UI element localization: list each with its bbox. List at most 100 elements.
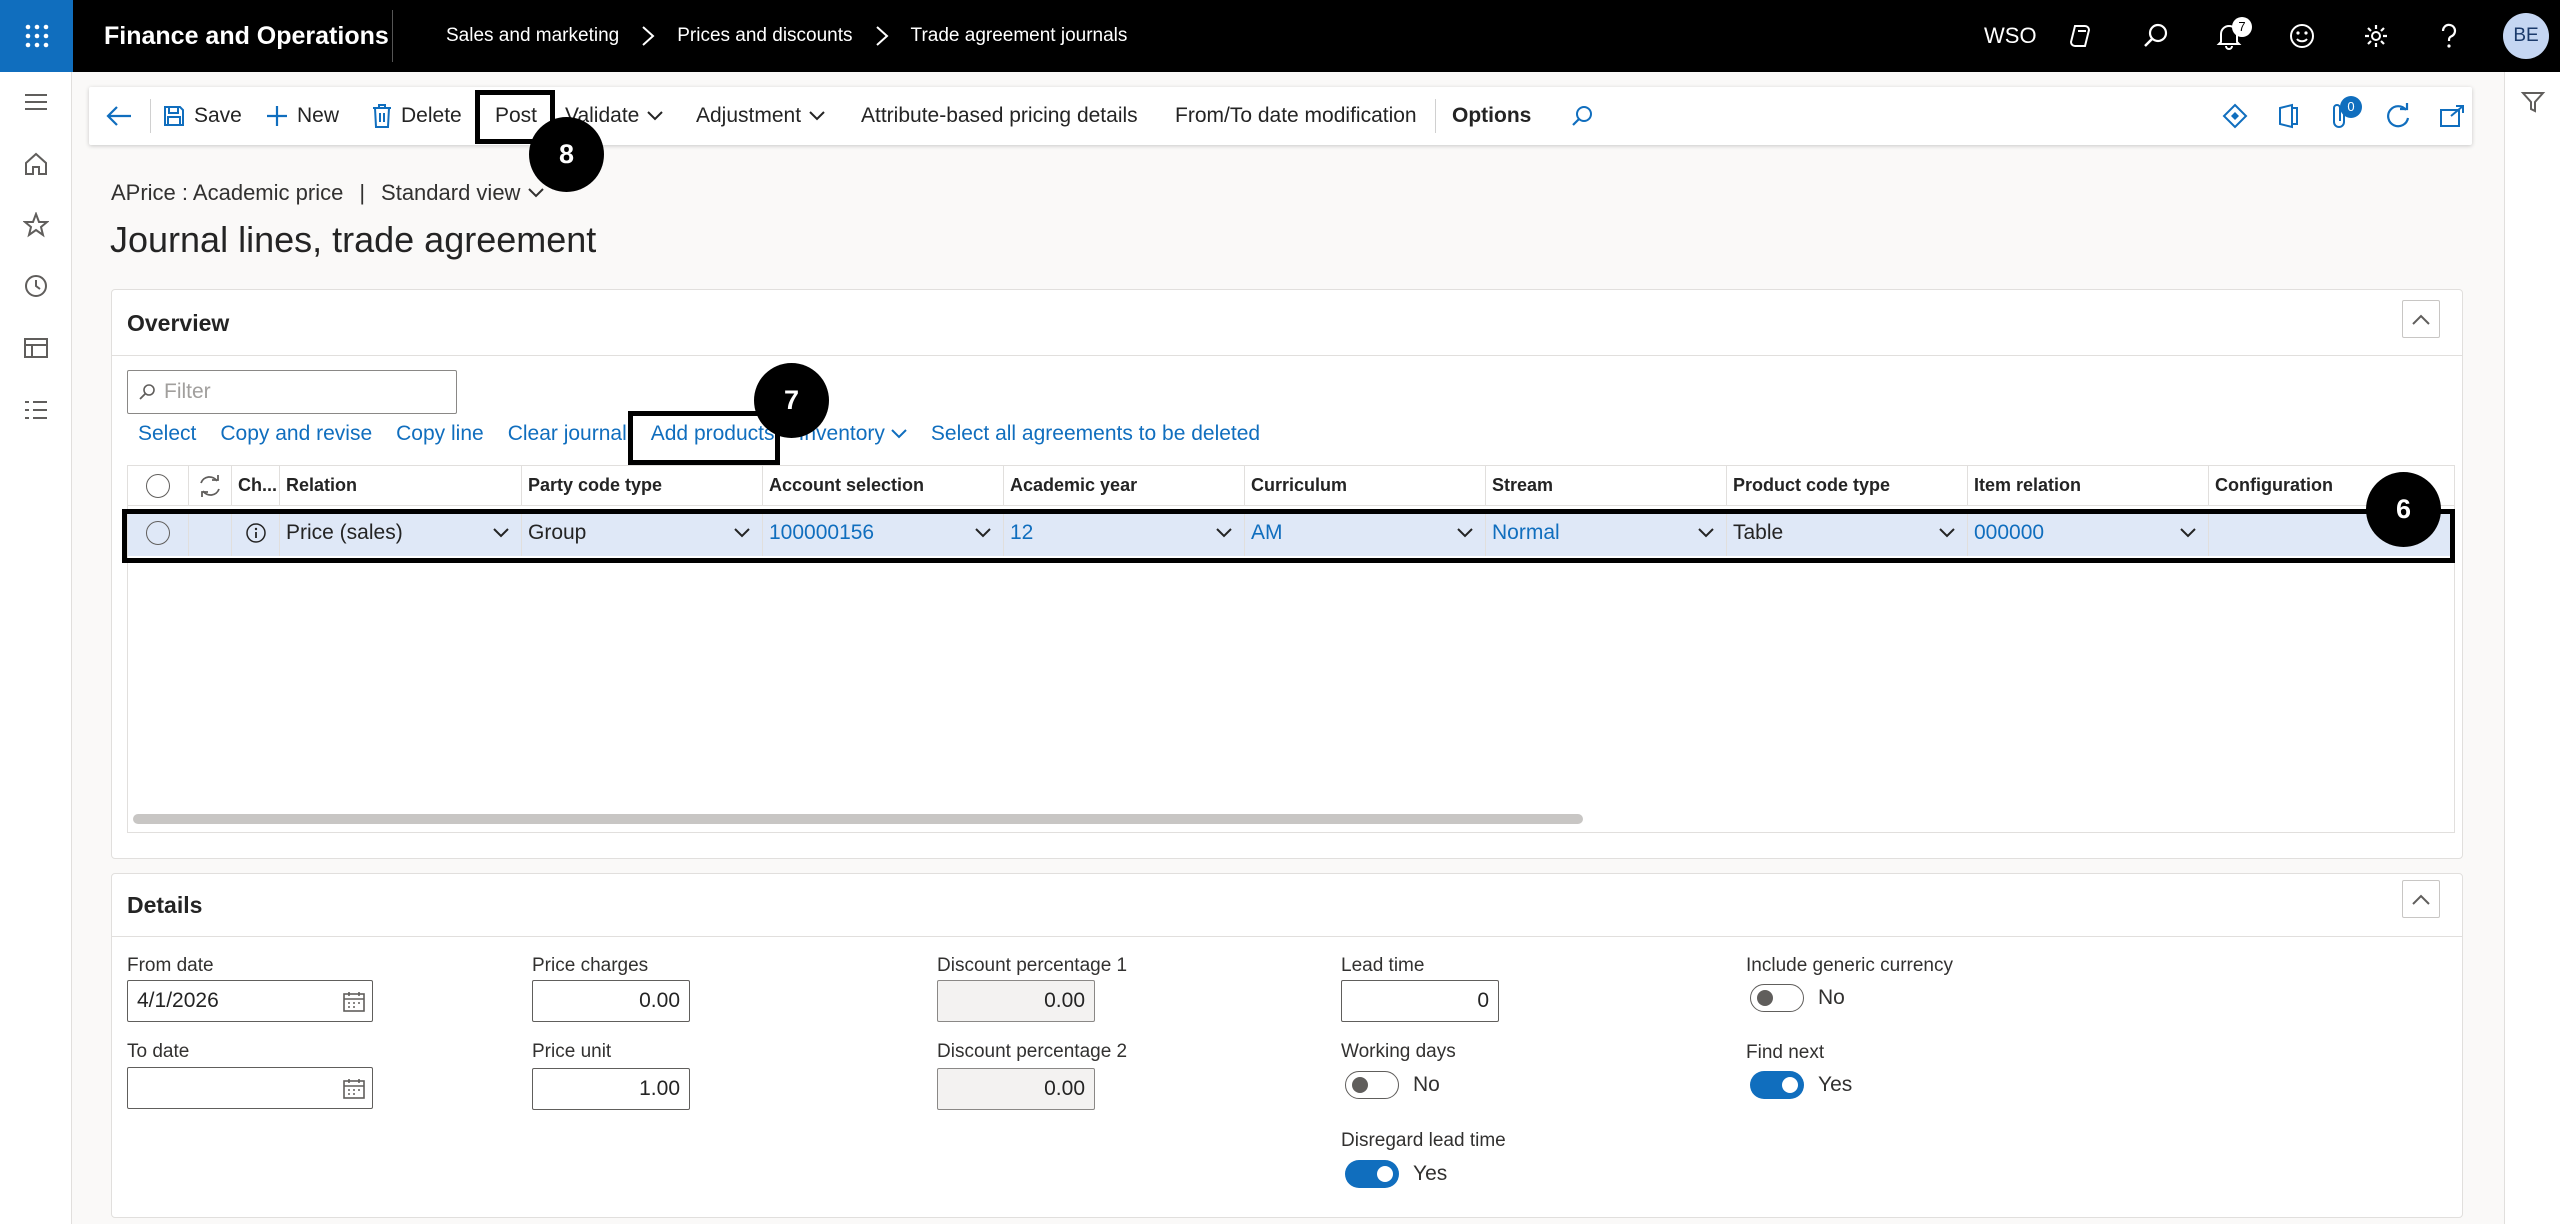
include-generic-currency-value: No [1818, 986, 1845, 1009]
column-header-academic-year[interactable]: Academic year [1004, 466, 1245, 505]
chevron-down-icon [647, 111, 664, 121]
include-generic-currency-toggle[interactable]: No [1750, 984, 1845, 1012]
open-new-window-icon[interactable] [2439, 87, 2473, 145]
collapse-overview-button[interactable] [2402, 300, 2440, 338]
horizontal-scrollbar[interactable] [133, 814, 1583, 824]
price-unit-label: Price unit [532, 1041, 612, 1062]
app-name[interactable]: Finance and Operations [104, 0, 389, 72]
chevron-up-icon [2412, 894, 2430, 905]
search-icon[interactable] [2138, 18, 2174, 54]
working-days-toggle[interactable]: No [1345, 1071, 1440, 1099]
adjustment-menu[interactable]: Adjustment [696, 87, 833, 145]
attribute-pricing-label: Attribute-based pricing details [861, 104, 1138, 127]
price-unit-field[interactable]: 1.00 [532, 1068, 690, 1110]
attachment-count-badge: 0 [2340, 96, 2362, 118]
discount-percentage-1-label: Discount percentage 1 [937, 955, 1128, 976]
star-icon[interactable] [18, 207, 54, 243]
filter-placeholder: Filter [164, 380, 211, 403]
column-header-stream[interactable]: Stream [1486, 466, 1727, 505]
price-charges-value: 0.00 [639, 989, 680, 1012]
filter-input[interactable]: Filter [127, 370, 457, 414]
from-date-label: From date [127, 955, 214, 976]
attribute-pricing-button[interactable]: Attribute-based pricing details [861, 87, 1138, 145]
callout-badge: 6 [2366, 472, 2441, 547]
back-button[interactable] [105, 87, 141, 145]
new-label: New [297, 104, 340, 127]
hamburger-icon[interactable] [18, 84, 54, 120]
power-apps-icon[interactable] [2222, 87, 2256, 145]
refresh-icon[interactable] [2384, 87, 2420, 145]
price-charges-field[interactable]: 0.00 [532, 980, 690, 1022]
discount-percentage-1-value: 0.00 [1044, 989, 1085, 1012]
left-navigation [0, 72, 72, 1224]
help-icon[interactable] [2431, 18, 2467, 54]
column-header-product-code-type[interactable]: Product code type [1727, 466, 1968, 505]
lead-time-field[interactable]: 0 [1341, 980, 1499, 1022]
save-button[interactable]: Save [162, 87, 242, 145]
divider [112, 355, 2462, 356]
column-header-item-relation[interactable]: Item relation [1968, 466, 2209, 505]
chevron-right-icon [641, 25, 655, 47]
notification-badge: 7 [2232, 17, 2252, 37]
action-search-button[interactable] [1570, 87, 1602, 145]
column-header-relation[interactable]: Relation [280, 466, 522, 505]
find-next-toggle[interactable]: Yes [1750, 1071, 1852, 1099]
divider [112, 936, 2462, 937]
new-button[interactable]: New [265, 87, 339, 145]
to-date-field[interactable] [127, 1067, 373, 1109]
clock-icon[interactable] [18, 268, 54, 304]
home-icon[interactable] [18, 146, 54, 182]
breadcrumb-item-prices-discounts[interactable]: Prices and discounts [677, 25, 852, 47]
chevron-down-icon [809, 111, 825, 121]
breadcrumb-item-sales-marketing[interactable]: Sales and marketing [446, 25, 619, 47]
column-header-changed[interactable]: Ch... [232, 466, 280, 505]
breadcrumb-item-trade-agreement-journals[interactable]: Trade agreement journals [911, 25, 1128, 47]
search-icon [1572, 106, 1592, 126]
disregard-lead-time-toggle[interactable]: Yes [1345, 1160, 1447, 1188]
lead-time-label: Lead time [1341, 955, 1425, 976]
filter-icon[interactable] [2515, 84, 2551, 120]
smiley-icon[interactable] [2284, 18, 2320, 54]
disregard-lead-time-label: Disregard lead time [1341, 1130, 1506, 1151]
callout-badge: 7 [754, 363, 829, 438]
workspace-icon[interactable] [18, 330, 54, 366]
date-modification-button[interactable]: From/To date modification [1175, 87, 1417, 145]
options-tab[interactable]: Options [1452, 87, 1531, 145]
select-button[interactable]: Select [138, 422, 196, 446]
save-icon [164, 106, 184, 126]
find-next-label: Find next [1746, 1042, 1825, 1063]
copilot-icon[interactable] [2063, 18, 2099, 54]
company-picker[interactable]: WSO [1984, 0, 2037, 72]
options-label: Options [1452, 104, 1532, 127]
overview-title: Overview [127, 310, 230, 336]
delete-button[interactable]: Delete [371, 87, 462, 145]
column-header-account-selection[interactable]: Account selection [763, 466, 1004, 505]
overview-panel: Overview Filter Select Copy and revise C… [111, 289, 2463, 859]
avatar[interactable]: BE [2503, 13, 2549, 59]
page-context: APrice : Academic price | Standard view [111, 180, 545, 206]
discount-percentage-1-field: 0.00 [937, 980, 1095, 1022]
from-date-value: 4/1/2026 [137, 989, 219, 1012]
price-unit-value: 1.00 [639, 1077, 680, 1100]
office-icon[interactable] [2276, 87, 2308, 145]
gear-icon[interactable] [2358, 18, 2394, 54]
refresh-icon[interactable] [189, 466, 232, 505]
column-header-curriculum[interactable]: Curriculum [1245, 466, 1486, 505]
chevron-right-icon [875, 25, 889, 47]
modules-list-icon[interactable] [18, 392, 54, 428]
select-all-agreements-button[interactable]: Select all agreements to be deleted [931, 422, 1260, 446]
divider [150, 99, 151, 133]
clear-journal-button[interactable]: Clear journal [508, 422, 627, 446]
row-highlight [122, 509, 2455, 563]
app-launcher-icon[interactable] [0, 0, 73, 72]
copy-line-button[interactable]: Copy line [396, 422, 484, 446]
view-selector[interactable]: Standard view [381, 180, 520, 206]
select-all-checkbox[interactable] [128, 466, 189, 505]
include-generic-currency-label: Include generic currency [1746, 955, 1953, 976]
copy-and-revise-button[interactable]: Copy and revise [220, 422, 372, 446]
collapse-details-button[interactable] [2402, 880, 2440, 918]
context-separator: | [359, 180, 366, 205]
from-date-field[interactable]: 4/1/2026 [127, 980, 373, 1022]
add-products-highlight [628, 411, 780, 465]
column-header-party-code-type[interactable]: Party code type [522, 466, 763, 505]
